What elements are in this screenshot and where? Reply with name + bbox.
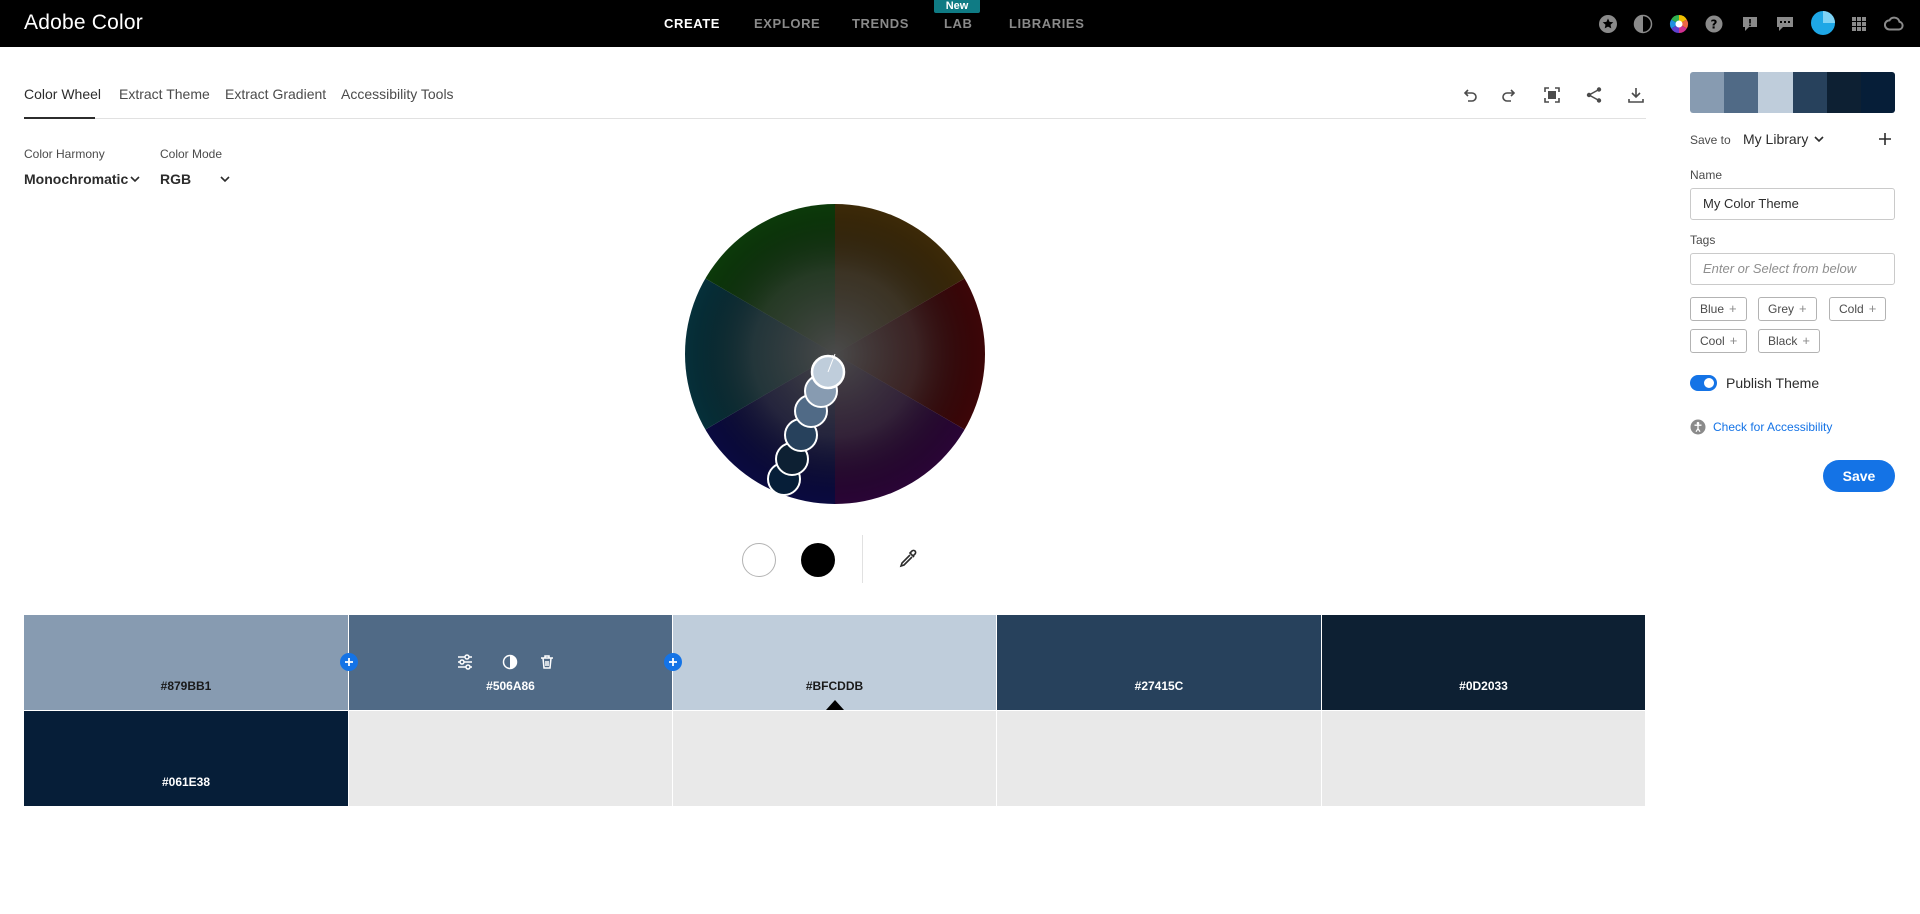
color-wheel[interactable] [684, 203, 986, 505]
name-label: Name [1690, 168, 1723, 182]
black-point-button[interactable] [801, 543, 835, 577]
tag-chip[interactable]: Cool + [1690, 329, 1748, 353]
preview-color [1690, 72, 1725, 113]
harmony-chevron-down-icon[interactable] [128, 172, 142, 191]
color-swatch[interactable]: #061E38 [24, 711, 348, 806]
share-icon[interactable] [1583, 84, 1605, 106]
chat-icon[interactable] [1775, 14, 1795, 34]
active-tab-indicator [24, 117, 95, 119]
check-accessibility-link[interactable]: Check for Accessibility [1713, 420, 1832, 434]
white-point-button[interactable] [742, 543, 776, 577]
set-base-color-icon[interactable] [501, 653, 519, 671]
nav-trends[interactable]: TRENDS [852, 16, 909, 31]
nav-lab[interactable]: LAB [944, 16, 973, 31]
color-harmony-select[interactable]: Monochromatic [24, 171, 128, 187]
color-swatch[interactable]: #879BB1 [24, 615, 348, 710]
swatch-hex[interactable]: #27415C [997, 679, 1321, 693]
publish-theme-label: Publish Theme [1726, 375, 1820, 391]
tag-chip[interactable]: Black + [1758, 329, 1820, 353]
preview-color [1826, 72, 1861, 113]
contrast-icon[interactable] [1633, 14, 1653, 34]
library-select[interactable]: My Library [1743, 131, 1808, 147]
new-badge: New [934, 0, 980, 13]
preview-color [1724, 72, 1759, 113]
color-mode-label: Color Mode [160, 147, 223, 161]
plus-icon: + [1802, 333, 1810, 348]
preview-color [1860, 72, 1895, 113]
tabs-divider [24, 118, 1646, 119]
tab-accessibility-tools[interactable]: Accessibility Tools [341, 86, 454, 102]
tags-label: Tags [1690, 233, 1716, 247]
sliders-icon[interactable] [456, 653, 474, 671]
feedback-icon[interactable] [1740, 14, 1760, 34]
add-color-button[interactable] [340, 653, 358, 671]
color-swatch[interactable]: #27415C [997, 615, 1321, 710]
theme-name-input[interactable]: My Color Theme [1690, 188, 1895, 220]
plus-icon: + [1799, 301, 1807, 316]
color-swatch-base[interactable]: #BFCDDB [673, 615, 996, 710]
empty-swatch-slot [349, 711, 672, 806]
nav-create[interactable]: CREATE [664, 16, 720, 31]
plus-icon: + [1868, 301, 1877, 316]
swatch-hex[interactable]: #0D2033 [1322, 679, 1645, 693]
empty-swatch-slot [673, 711, 996, 806]
apps-grid-icon[interactable] [1849, 14, 1869, 34]
publish-theme-toggle[interactable] [1690, 375, 1717, 391]
star-icon[interactable] [1598, 14, 1618, 34]
tab-extract-theme[interactable]: Extract Theme [119, 86, 210, 102]
svg-text:?: ? [1711, 18, 1718, 32]
preview-color [1792, 72, 1827, 113]
accessibility-icon [1690, 419, 1706, 440]
mode-chevron-down-icon[interactable] [218, 172, 232, 191]
fullscreen-icon[interactable] [1541, 84, 1563, 106]
swatch-hex[interactable]: #506A86 [349, 679, 672, 693]
library-chevron-down-icon[interactable] [1812, 132, 1826, 151]
empty-swatch-slot [997, 711, 1321, 806]
tab-extract-gradient[interactable]: Extract Gradient [225, 86, 326, 102]
color-mode-select[interactable]: RGB [160, 171, 191, 187]
color-swatch[interactable]: #0D2033 [1322, 615, 1645, 710]
main-nav: CREATE EXPLORE TRENDS LAB LIBRARIES [0, 16, 1920, 32]
top-bar: Adobe Color CREATE EXPLORE TRENDS LAB LI… [0, 0, 1920, 47]
theme-preview [1690, 72, 1895, 113]
add-color-button[interactable] [664, 653, 682, 671]
tag-label: Cool [1700, 334, 1725, 348]
tag-label: Cold [1839, 302, 1864, 316]
base-color-marker-icon [826, 700, 844, 710]
empty-swatch-slot [1322, 711, 1645, 806]
plus-icon: + [1729, 333, 1738, 348]
delete-icon[interactable] [538, 653, 556, 671]
nav-libraries[interactable]: LIBRARIES [1009, 16, 1084, 31]
undo-icon[interactable] [1458, 84, 1480, 106]
eyedropper-icon[interactable] [897, 548, 919, 575]
tags-input[interactable]: Enter or Select from below [1690, 253, 1895, 285]
tag-chip[interactable]: Cold + [1829, 297, 1887, 321]
save-button[interactable]: Save [1823, 460, 1895, 492]
tag-label: Grey [1768, 302, 1795, 316]
nav-explore[interactable]: EXPLORE [754, 16, 820, 31]
tag-label: Black [1768, 334, 1798, 348]
plus-icon: + [1729, 301, 1737, 316]
avatar[interactable] [1811, 11, 1835, 35]
help-icon[interactable]: ? [1704, 14, 1724, 34]
tab-color-wheel[interactable]: Color Wheel [24, 86, 101, 102]
creative-cloud-icon[interactable] [1884, 14, 1904, 34]
swatch-hex[interactable]: #879BB1 [24, 679, 348, 693]
color-harmony-label: Color Harmony [24, 147, 105, 161]
preview-color [1758, 72, 1793, 113]
tag-chip[interactable]: Grey + [1758, 297, 1817, 321]
controls-divider [862, 535, 863, 583]
redo-icon[interactable] [1499, 84, 1521, 106]
swatch-hex[interactable]: #061E38 [24, 775, 348, 789]
tag-label: Blue [1700, 302, 1725, 316]
save-to-label: Save to [1690, 133, 1731, 147]
download-icon[interactable] [1625, 84, 1647, 106]
add-library-icon[interactable] [1877, 131, 1893, 152]
tag-chip[interactable]: Blue + [1690, 297, 1747, 321]
color-swatch-selected[interactable]: #506A86 [349, 615, 672, 710]
swatch-hex[interactable]: #BFCDDB [673, 679, 996, 693]
color-wheel-icon[interactable] [1669, 14, 1689, 34]
